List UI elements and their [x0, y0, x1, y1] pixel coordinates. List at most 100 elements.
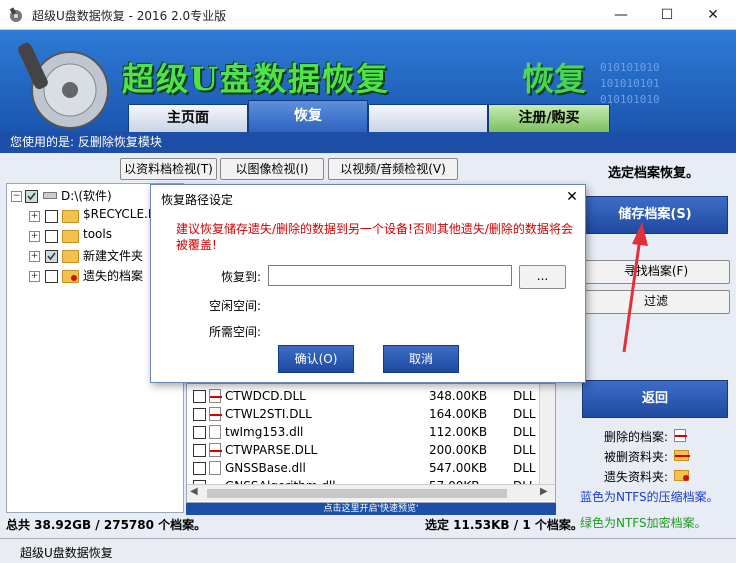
total-files-label: 总共 38.92GB / 275780 个档案。 — [6, 518, 207, 532]
cancel-button[interactable]: 取消 — [383, 345, 459, 373]
file-type: DLL — [513, 461, 536, 475]
file-name: CTWL2STI.DLL — [225, 407, 312, 421]
legend-lost-folder: 遗失资料夹: — [604, 468, 689, 485]
view-by-video-button[interactable]: 以视频/音频检视(V) — [328, 158, 458, 180]
tree-checkbox[interactable] — [45, 250, 58, 263]
collapse-toggle[interactable]: − — [11, 191, 22, 202]
deleted-file-icon — [209, 407, 222, 421]
app-logo-text: 超级U盘数据恢复 — [122, 60, 390, 98]
file-type: DLL — [513, 407, 536, 421]
file-checkbox[interactable] — [193, 426, 206, 439]
save-files-button[interactable]: 储存档案(S) — [582, 196, 728, 234]
file-checkbox[interactable] — [193, 444, 206, 457]
drive-checkbox[interactable] — [25, 190, 38, 203]
quick-preview-bar[interactable]: 点击这里开启'快速预览' — [186, 503, 556, 515]
drive-icon — [43, 192, 57, 199]
selected-files-label: 选定 11.53KB / 1 个档案。 — [425, 518, 583, 532]
restore-to-label: 恢复到: — [221, 270, 262, 284]
tree-checkbox[interactable] — [45, 230, 58, 243]
maximize-button[interactable]: ☐ — [644, 0, 690, 30]
file-name: CTWDCD.DLL — [225, 389, 306, 403]
selected-recover-label: 选定档案恢复。 — [608, 166, 700, 181]
browse-button[interactable]: ... — [519, 265, 566, 289]
file-size: 112.00KB — [429, 425, 488, 439]
expand-toggle[interactable]: + — [29, 251, 40, 262]
tree-item-tools[interactable]: tools — [83, 227, 112, 241]
mode-status: 您使用的是: 反删除恢复模块 — [0, 132, 736, 153]
list-item[interactable]: CTWDCD.DLL 348.00KB DLL — [187, 387, 537, 405]
tree-item-new-folder[interactable]: 新建文件夹 — [83, 247, 143, 264]
tab-register[interactable]: 注册/购买 — [488, 104, 610, 132]
tab-blank[interactable] — [368, 104, 488, 132]
back-button[interactable]: 返回 — [582, 380, 728, 418]
file-name: CTWPARSE.DLL — [225, 443, 318, 457]
legend-deleted-file: 删除的档案: — [604, 428, 687, 445]
title-bar: 超级U盘数据恢复 - 2016 2.0专业版 — ☐ ✕ — [0, 0, 736, 30]
view-by-image-button[interactable]: 以图像检视(I) — [220, 158, 324, 180]
drive-label[interactable]: D:\(软件) — [61, 187, 112, 204]
file-icon — [209, 425, 221, 439]
expand-toggle[interactable]: + — [29, 231, 40, 242]
required-space-label: 所需空间: — [209, 325, 262, 339]
tab-recover[interactable]: 恢复 — [248, 100, 368, 132]
dialog-warning: 建议恢复储存遗失/删除的数据到另一个设备!否则其他遗失/删除的数据将会被覆盖! — [176, 222, 573, 252]
file-size: 348.00KB — [429, 389, 488, 403]
deleted-file-icon — [209, 389, 222, 403]
ok-button[interactable]: 确认(O) — [278, 345, 354, 373]
list-item[interactable]: GNSSBase.dll 547.00KB DLL — [187, 459, 537, 477]
list-item[interactable]: twImg153.dll 112.00KB DLL — [187, 423, 537, 441]
lost-folder-icon — [674, 470, 689, 481]
free-space-label: 空闲空间: — [209, 299, 262, 313]
list-item[interactable]: CTWPARSE.DLL 200.00KB DLL — [187, 441, 537, 459]
expand-toggle[interactable]: + — [29, 211, 40, 222]
file-icon — [209, 461, 221, 475]
file-checkbox[interactable] — [193, 462, 206, 475]
restore-path-dialog: 恢复路径设定 ✕ 建议恢复储存遗失/删除的数据到另一个设备!否则其他遗失/删除的… — [150, 184, 586, 383]
legend-label: 被删资料夹: — [604, 450, 669, 464]
file-name: twImg153.dll — [225, 425, 304, 439]
tree-checkbox[interactable] — [45, 210, 58, 223]
app-logo-echo: 恢复 — [522, 60, 587, 98]
file-type: DLL — [513, 443, 536, 457]
file-checkbox[interactable] — [193, 390, 206, 403]
file-size: 200.00KB — [429, 443, 488, 457]
legend-blue-ntfs: 蓝色为NTFS的压缩档案。 — [580, 490, 719, 504]
restore-path-input[interactable] — [268, 265, 512, 286]
find-files-button[interactable]: 寻找档案(F) — [582, 260, 730, 284]
minimize-button[interactable]: — — [598, 0, 644, 30]
deleted-file-icon — [209, 443, 222, 457]
binary-decoration: 010101010 101010101 010101010 — [600, 61, 660, 106]
close-button[interactable]: ✕ — [690, 0, 736, 30]
dialog-title: 恢复路径设定 — [161, 193, 234, 207]
horizontal-scrollbar[interactable]: ◀ ▶ — [187, 484, 555, 501]
view-by-document-button[interactable]: 以资料档检视(T) — [120, 158, 217, 180]
scroll-right-icon[interactable]: ▶ — [540, 486, 548, 497]
file-name: GNSSBase.dll — [225, 461, 306, 475]
red-arrow-annotation — [622, 222, 648, 353]
expand-toggle[interactable]: + — [29, 271, 40, 282]
folder-icon — [62, 250, 79, 263]
deleted-folder-icon — [674, 450, 690, 461]
tree-checkbox[interactable] — [45, 270, 58, 283]
window-title: 超级U盘数据恢复 - 2016 2.0专业版 — [32, 9, 227, 23]
legend-label: 删除的档案: — [604, 430, 669, 444]
file-checkbox[interactable] — [193, 408, 206, 421]
scroll-left-icon[interactable]: ◀ — [190, 486, 198, 497]
file-size: 547.00KB — [429, 461, 488, 475]
folder-icon — [62, 210, 79, 223]
filter-button[interactable]: 过滤 — [582, 290, 730, 314]
status-text: 超级U盘数据恢复 — [20, 546, 113, 560]
list-item[interactable]: CTWL2STI.DLL 164.00KB DLL — [187, 405, 537, 423]
vertical-scrollbar[interactable] — [539, 384, 555, 484]
deleted-file-icon — [674, 429, 687, 442]
dialog-close-icon[interactable]: ✕ — [561, 187, 583, 207]
header-banner: 超级U盘数据恢复 恢复 010101010 101010101 01010101… — [0, 30, 736, 132]
tree-item-lost-files[interactable]: 遗失的档案 — [83, 267, 143, 284]
legend-label: 遗失资料夹: — [604, 470, 669, 484]
folder-icon — [62, 230, 79, 243]
app-icon — [8, 7, 24, 23]
scroll-thumb[interactable] — [207, 489, 507, 498]
tab-home[interactable]: 主页面 — [128, 104, 248, 132]
legend-deleted-folder: 被删资料夹: — [604, 448, 690, 465]
disk-logo-icon — [18, 36, 118, 130]
